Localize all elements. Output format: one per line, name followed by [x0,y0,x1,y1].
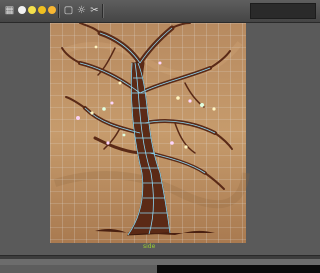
toolbar-separator [58,4,60,18]
scene-viewport[interactable]: side [0,23,320,255]
light-orange-icon[interactable] [48,6,56,14]
toolbar-separator [102,4,104,18]
light-white-icon[interactable] [18,6,26,14]
toolbar-field[interactable] [250,3,316,19]
camera-label: side [143,243,156,250]
light-yellow-icon[interactable] [28,6,36,14]
viewport-canvas [50,23,250,243]
render-icon[interactable]: ☼ [75,4,88,17]
timeline-bar [0,255,320,273]
tools-icon[interactable]: ✂ [88,4,101,17]
light-gold-icon[interactable] [38,6,46,14]
select-mode-icon[interactable]: ▦ [3,4,16,17]
scene-view-icon[interactable]: ▢ [62,4,75,17]
toolbar: ▦ ▢ ☼ ✂ [0,0,320,23]
